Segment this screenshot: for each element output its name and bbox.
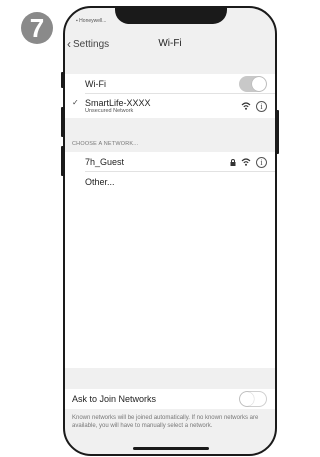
wifi-toggle-row: Wi-Fi [65, 74, 275, 94]
phone-notch [115, 8, 227, 24]
network-row-7h-guest[interactable]: 7h_Guest i [65, 152, 275, 172]
phone-power-button [276, 110, 279, 154]
network-row-other[interactable]: Other... [65, 172, 275, 192]
network-name: Other... [85, 177, 115, 187]
ask-to-join-description: Known networks will be joined automatica… [72, 415, 259, 429]
network-list-empty-area [65, 192, 275, 368]
ask-to-join-group: Ask to Join Networks [65, 389, 275, 409]
connected-network-subtitle: Unsecured Network [85, 107, 134, 114]
info-icon[interactable]: i [256, 156, 267, 168]
status-bar-carrier: ▪ Honeywell... [76, 18, 106, 24]
phone-mute-switch [61, 72, 64, 88]
wifi-toggle-switch[interactable] [239, 76, 267, 92]
step-number-badge: 7 [21, 12, 53, 44]
network-name: 7h_Guest [85, 157, 125, 167]
phone-frame: ▪ Honeywell... ‹ Settings Wi-Fi Wi-Fi ✓ … [63, 6, 277, 456]
checkmark-icon: ✓ [72, 98, 79, 107]
phone-volume-up-button [61, 107, 64, 137]
wifi-group: Wi-Fi ✓ SmartLife-XXXX Unsecured Network… [65, 74, 275, 118]
connected-network-name: SmartLife-XXXX [85, 97, 151, 108]
navigation-bar: ‹ Settings Wi-Fi [65, 34, 275, 58]
ask-to-join-toggle-switch[interactable] [239, 391, 267, 407]
connected-network-row[interactable]: ✓ SmartLife-XXXX Unsecured Network i [65, 94, 275, 118]
signal-icon: ▪ [76, 18, 78, 24]
lock-icon [230, 158, 236, 166]
info-icon[interactable]: i [256, 100, 267, 112]
wifi-label: Wi-Fi [85, 79, 106, 89]
wifi-signal-icon [241, 158, 251, 166]
carrier-label: Honeywell... [79, 18, 107, 24]
choose-network-header: CHOOSE A NETWORK... [72, 141, 139, 147]
wifi-signal-icon [241, 102, 251, 110]
phone-volume-down-button [61, 146, 64, 176]
ask-to-join-label: Ask to Join Networks [72, 394, 157, 404]
home-indicator [133, 447, 209, 450]
ask-to-join-row: Ask to Join Networks [65, 389, 275, 409]
page-title: Wi-Fi [158, 38, 182, 49]
network-list: 7h_Guest i Other... [65, 152, 275, 368]
